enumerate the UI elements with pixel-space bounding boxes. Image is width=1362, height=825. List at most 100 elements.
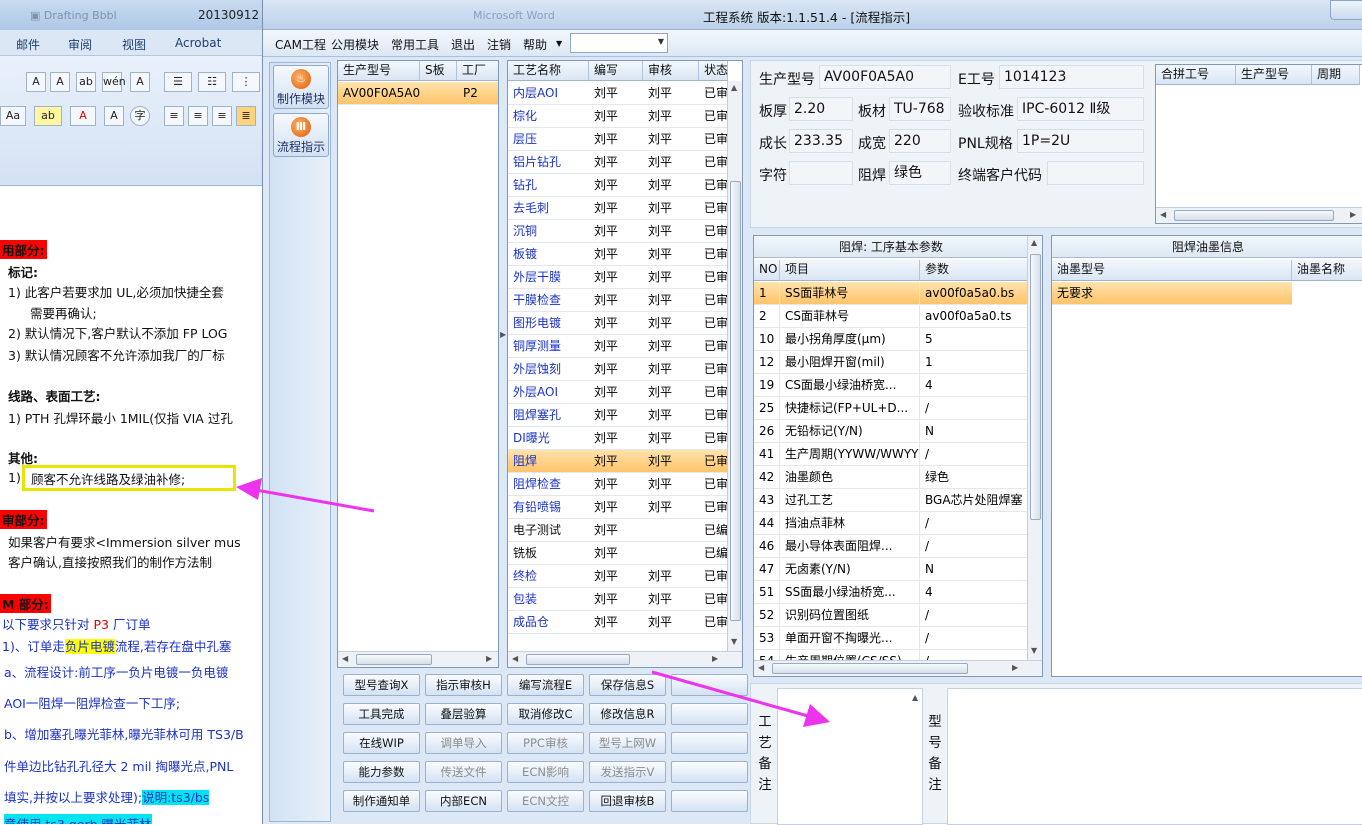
action-button-3-3[interactable]: 发送指示V (589, 761, 666, 783)
menu-logout[interactable]: 注销 (487, 36, 511, 53)
material-field[interactable]: TU-768 (889, 97, 951, 121)
table-row[interactable]: 层压 刘平 刘平 已审 (508, 128, 728, 151)
table-row[interactable]: 电子测试 刘平 已编 (508, 519, 728, 542)
table-row[interactable]: 铣板 刘平 已编 (508, 542, 728, 565)
action-button-2-1[interactable]: 调单导入 (425, 732, 502, 754)
table-row[interactable]: 46 最小导体表面阻焊... / (754, 535, 1028, 558)
ribbon-tab-view[interactable]: 视图 (122, 36, 146, 53)
align-right-icon[interactable]: ≡ (212, 106, 232, 126)
table-row[interactable]: 51 SS面最小绿油桥宽... 4 (754, 581, 1028, 604)
column-header[interactable]: 油墨名称 (1292, 260, 1362, 281)
vertical-scrollbar[interactable]: ▲ ▼ (727, 81, 742, 651)
table-row[interactable]: 板镀 刘平 刘平 已审 (508, 243, 728, 266)
bullets-icon[interactable]: ☰ (164, 72, 192, 92)
column-header[interactable]: 生产型号 (1236, 65, 1312, 85)
table-row[interactable]: 有铅喷锡 刘平 刘平 已审 (508, 496, 728, 519)
column-header[interactable]: 审核 (643, 61, 699, 81)
table-row[interactable]: 2 CS面菲林号 av00f0a5a0.ts (754, 305, 1028, 328)
module-button-flow[interactable]: Ⅲ 流程指示 (273, 113, 329, 157)
menu-cam[interactable]: CAM工程 (275, 36, 326, 53)
action-button-3-2[interactable]: ECN影响 (507, 761, 584, 783)
table-row[interactable]: DI曝光 刘平 刘平 已审 (508, 427, 728, 450)
table-row[interactable]: 外层干膜 刘平 刘平 已审 (508, 266, 728, 289)
column-header[interactable]: S板 (420, 61, 457, 81)
action-button-4-2[interactable]: ECN文控 (507, 790, 584, 812)
table-row[interactable]: 25 快捷标记(FP+UL+D... / (754, 397, 1028, 420)
shrink-font-icon[interactable]: A (50, 72, 70, 92)
action-button-2-3[interactable]: 型号上网W (589, 732, 666, 754)
menu-common-tools[interactable]: 常用工具 (391, 36, 439, 53)
column-header[interactable]: 工艺名称 (508, 61, 589, 81)
model-field[interactable]: AV00F0A5A0 (819, 65, 951, 89)
action-button-1-1[interactable]: 叠层验算 (425, 703, 502, 725)
table-row[interactable]: 铜厚测量 刘平 刘平 已审 (508, 335, 728, 358)
ribbon-tab-mail[interactable]: 邮件 (16, 36, 40, 53)
standard-field[interactable]: IPC-6012 Ⅱ级 (1017, 97, 1144, 121)
table-row[interactable]: 无要求 (1052, 282, 1292, 305)
action-button-0-3[interactable]: 保存信息S (589, 674, 666, 696)
column-header[interactable]: 生产型号 (338, 61, 420, 81)
table-row[interactable]: 阻焊塞孔 刘平 刘平 已审 (508, 404, 728, 427)
action-button-1-2[interactable]: 取消修改C (507, 703, 584, 725)
horizontal-scrollbar[interactable]: ◀ ▶ (1156, 207, 1362, 223)
length-field[interactable]: 233.35 (789, 129, 853, 153)
customer-code-field[interactable] (1047, 161, 1144, 185)
table-row[interactable]: 1 SS面菲林号 av00f0a5a0.bs (754, 282, 1028, 305)
table-row[interactable]: 42 油墨颜色 绿色 (754, 466, 1028, 489)
table-row[interactable]: 成品仓 刘平 刘平 已审 (508, 611, 728, 634)
pnl-field[interactable]: 1P=2U (1017, 129, 1144, 153)
menu-common-module[interactable]: 公用模块 (331, 36, 379, 53)
vertical-scrollbar[interactable]: ▲ ▼ (1027, 236, 1042, 660)
action-button-3-1[interactable]: 传送文件 (425, 761, 502, 783)
char-border-icon[interactable]: A (130, 72, 150, 92)
module-button-production[interactable]: ♨ 制作模块 (273, 65, 329, 109)
table-row[interactable]: 去毛刺 刘平 刘平 已审 (508, 197, 728, 220)
action-button-0-1[interactable]: 指示审核H (425, 674, 502, 696)
table-row[interactable]: 53 单面开窗不掏曝光... / (754, 627, 1028, 650)
table-row[interactable]: 终检 刘平 刘平 已审 (508, 565, 728, 588)
column-header[interactable]: 油墨型号 (1052, 260, 1292, 281)
column-header[interactable]: 周期 (1312, 65, 1360, 85)
table-row[interactable]: 外层AOI 刘平 刘平 已审 (508, 381, 728, 404)
column-header[interactable]: 工厂 (457, 61, 498, 81)
clear-format-icon[interactable]: ab (76, 72, 96, 92)
process-remark-textarea[interactable]: ▲ (777, 688, 923, 825)
eno-field[interactable]: 1014123 (999, 65, 1144, 89)
action-button-2-4[interactable] (671, 732, 748, 754)
menu-overflow-icon[interactable]: ▼ (556, 39, 562, 48)
menu-exit[interactable]: 退出 (451, 36, 475, 53)
align-center-icon[interactable]: ≡ (188, 106, 208, 126)
action-button-4-0[interactable]: 制作通知单 (343, 790, 420, 812)
action-button-0-2[interactable]: 编写流程E (507, 674, 584, 696)
table-row[interactable]: 钻孔 刘平 刘平 已审 (508, 174, 728, 197)
splitter-arrow-icon[interactable]: ▶ (500, 330, 506, 339)
table-row[interactable]: 44 挡油点菲林 / (754, 512, 1028, 535)
change-case-icon[interactable]: Aa (0, 106, 26, 126)
char-shading-icon[interactable]: A (104, 106, 124, 126)
table-row[interactable]: 47 无卤素(Y/N) N (754, 558, 1028, 581)
table-row[interactable]: 41 生产周期(YYWW/WWYY) / (754, 443, 1028, 466)
action-button-1-0[interactable]: 工具完成 (343, 703, 420, 725)
table-row[interactable]: 内层AOI 刘平 刘平 已审 (508, 82, 728, 105)
table-row[interactable]: 阻焊检查 刘平 刘平 已审 (508, 473, 728, 496)
horizontal-scrollbar[interactable]: ◀ ▶ (754, 660, 1042, 676)
horizontal-scrollbar[interactable]: ◀ ▶ (508, 651, 742, 667)
solder-mask-field[interactable]: 绿色 (889, 161, 951, 185)
action-button-0-4[interactable] (671, 674, 748, 696)
action-button-4-1[interactable]: 内部ECN (425, 790, 502, 812)
align-left-icon[interactable]: ≡ (164, 106, 184, 126)
action-button-0-0[interactable]: 型号查询X (343, 674, 420, 696)
table-row[interactable]: 26 无铅标记(Y/N) N (754, 420, 1028, 443)
table-row[interactable]: 52 识别码位置图纸 / (754, 604, 1028, 627)
table-row[interactable]: 图形电镀 刘平 刘平 已审 (508, 312, 728, 335)
ribbon-tab-acrobat[interactable]: Acrobat (175, 36, 221, 50)
numbering-icon[interactable]: ☷ (198, 72, 226, 92)
table-row[interactable]: 外层蚀刻 刘平 刘平 已审 (508, 358, 728, 381)
table-row[interactable]: 干膜检查 刘平 刘平 已审 (508, 289, 728, 312)
action-button-1-3[interactable]: 修改信息R (589, 703, 666, 725)
column-header[interactable]: NO (754, 260, 780, 281)
column-header[interactable]: 合拼工号 (1156, 65, 1236, 85)
character-field[interactable] (789, 161, 853, 185)
multilevel-list-icon[interactable]: ⋮ (232, 72, 260, 92)
table-row[interactable]: AV00F0A5A0 P2 (338, 82, 498, 105)
